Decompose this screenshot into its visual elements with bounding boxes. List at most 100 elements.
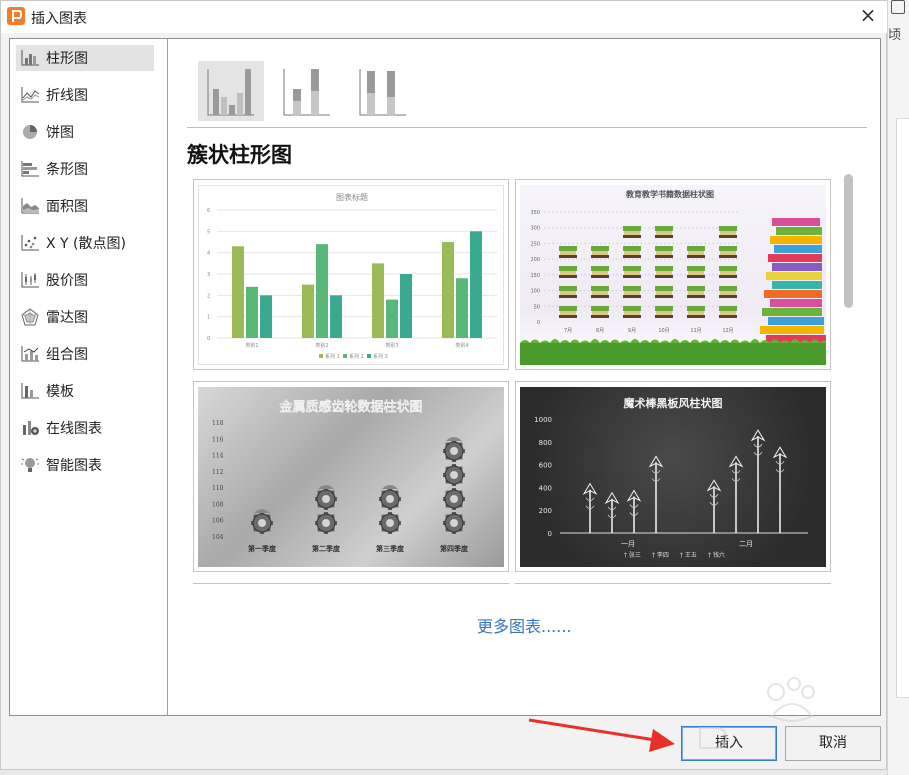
- book-mark: [623, 226, 641, 231]
- book-mark: [687, 266, 705, 271]
- title-bar: 插入图表 ×: [1, 1, 888, 33]
- gear-mark: [315, 488, 337, 510]
- thumbnails-scrollbar[interactable]: [844, 174, 853, 308]
- legend-label: † 李四: [652, 551, 669, 559]
- legend-label: † 钱六: [708, 551, 725, 559]
- bar: [372, 263, 384, 338]
- book-mark: [719, 266, 737, 271]
- category-label: 7月: [564, 328, 572, 334]
- y-tick-label: 104: [212, 534, 224, 541]
- gear-column-chart: 金属质感齿轮数据柱状图 118 116 114 112 110 108 106 104 第一季…: [212, 399, 469, 553]
- y-tick-label: 150: [530, 273, 540, 279]
- subtype-percent-stacked-column[interactable]: [350, 61, 416, 121]
- sidebar-item-smart[interactable]: 智能图表: [16, 452, 154, 478]
- gear-cap: [382, 485, 398, 489]
- more-charts-link[interactable]: 更多图表......: [477, 613, 572, 637]
- category-label: 二月: [739, 540, 753, 548]
- template-icon: [20, 382, 40, 400]
- sidebar-item-combo[interactable]: 组合图: [16, 341, 154, 367]
- y-tick-label: 1: [207, 315, 210, 321]
- scatter-chart-icon: [20, 234, 40, 252]
- y-tick-label: 1000: [534, 416, 552, 424]
- y-tick-label: 3: [207, 272, 210, 278]
- wand-mark: [706, 479, 722, 533]
- book-mark: [559, 286, 577, 291]
- book-mark: [559, 246, 577, 251]
- thumbnail-row-edge: [193, 583, 509, 584]
- bar: [400, 274, 412, 338]
- sidebar-item-label: 在线图表: [46, 421, 102, 437]
- category-label: 10月: [658, 328, 669, 334]
- subtype-stacked-column[interactable]: [274, 61, 340, 121]
- subtype-separator: [187, 127, 867, 128]
- close-button[interactable]: ×: [853, 3, 883, 29]
- red-arrow-annotation: [528, 718, 675, 752]
- sidebar-item-column[interactable]: 柱形图: [16, 45, 154, 71]
- sidebar-item-stock[interactable]: 股价图: [16, 267, 154, 293]
- grass-decoration: [520, 343, 826, 365]
- sidebar-item-scatter[interactable]: X Y (散点图): [16, 230, 154, 256]
- sidebar-item-line[interactable]: 折线图: [16, 82, 154, 108]
- background-app-edge: 顷: [887, 0, 909, 775]
- sidebar-item-label: 条形图: [46, 162, 88, 178]
- gear-cap: [254, 509, 270, 513]
- sidebar-item-template[interactable]: 模板: [16, 378, 154, 404]
- sidebar-item-bar[interactable]: 条形图: [16, 156, 154, 182]
- combo-chart-icon: [20, 345, 40, 363]
- sidebar-item-pie[interactable]: 饼图: [16, 119, 154, 145]
- book-mark: [591, 266, 609, 271]
- y-tick-label: 0: [207, 336, 210, 342]
- sidebar-item-label: 面积图: [46, 199, 88, 215]
- bar: [246, 286, 258, 338]
- stock-chart-icon: [20, 271, 40, 289]
- books-column-chart: 教育教学书籍数据柱状图 350 300 250 200 150 100 50 0 7月 8月 9月…: [520, 189, 826, 365]
- sidebar-item-label: 模板: [46, 384, 74, 400]
- y-tick-label: 250: [530, 241, 540, 247]
- template-thumbnail-books[interactable]: 教育教学书籍数据柱状图 350 300 250 200 150 100 50 0 7月 8月 9月…: [515, 179, 831, 370]
- clustered-column-icon: [207, 69, 254, 116]
- column-chart-icon: [20, 49, 40, 67]
- category-label: 类别2: [315, 342, 328, 349]
- wps-logo-icon: [7, 7, 25, 25]
- y-tick-label: 118: [212, 420, 224, 427]
- sidebar-item-radar[interactable]: 雷达图: [16, 304, 154, 330]
- book-mark: [655, 266, 673, 271]
- y-tick-label: 114: [212, 453, 224, 460]
- book-mark: [559, 266, 577, 271]
- chart-content-area: 簇状柱形图 图表标题 6 5 4 3 2 1 0 类别1 类别2 类别3 类别4 系列 1 系列 2…: [169, 39, 880, 715]
- bar: [316, 244, 328, 338]
- y-tick-label: 100: [530, 289, 540, 295]
- bar: [330, 295, 342, 338]
- sidebar-item-label: X Y (散点图): [46, 236, 126, 252]
- chart-type-sidebar: 柱形图 折线图 饼图 条形图 面积图 X Y (散点图) 股价图 雷达图 组合图…: [10, 39, 168, 715]
- book-mark: [719, 286, 737, 291]
- y-tick-label: 800: [539, 439, 552, 447]
- sidebar-item-label: 智能图表: [46, 458, 102, 474]
- book-mark: [591, 286, 609, 291]
- sidebar-item-area[interactable]: 面积图: [16, 193, 154, 219]
- template-thumbnail-gears[interactable]: 金属质感齿轮数据柱状图 118 116 114 112 110 108 106 104 第一季…: [193, 381, 509, 572]
- template-thumbnail-blackboard[interactable]: 魔术棒黑板风柱状图 1000 800 600 400 200 0 一月 二月 † 张三 † 李…: [515, 381, 831, 572]
- sidebar-item-online[interactable]: 在线图表: [16, 415, 154, 441]
- legend-swatch: [367, 354, 371, 358]
- legend-label: 系列 1: [325, 353, 340, 360]
- y-tick-label: 110: [212, 485, 224, 492]
- wand-mark: [750, 429, 766, 533]
- sidebar-item-label: 组合图: [46, 347, 88, 363]
- section-title: 簇状柱形图: [187, 143, 292, 167]
- gear-mark: [379, 488, 401, 510]
- toolbar-fragment-label: 顷: [888, 28, 902, 43]
- book-tower-decoration: [760, 218, 826, 343]
- template-thumbnail-basic[interactable]: 图表标题 6 5 4 3 2 1 0 类别1 类别2 类别3 类别4 系列 1 系列 2 系列 3: [193, 179, 509, 370]
- dialog-body: 柱形图 折线图 饼图 条形图 面积图 X Y (散点图) 股价图 雷达图 组合图…: [9, 38, 881, 716]
- sidebar-item-label: 股价图: [46, 273, 88, 289]
- subtype-clustered-column[interactable]: [198, 61, 264, 121]
- basic-column-chart: 图表标题 6 5 4 3 2 1 0 类别1 类别2 类别3 类别4 系列 1 系列 2 系列 3: [207, 192, 497, 360]
- online-chart-icon: [20, 419, 40, 437]
- y-tick-label: 116: [212, 436, 224, 443]
- wand-mark: [582, 482, 598, 533]
- area-chart-icon: [20, 197, 40, 215]
- book-mark: [655, 246, 673, 251]
- category-label: 第三季度: [376, 544, 405, 553]
- bar: [232, 246, 244, 338]
